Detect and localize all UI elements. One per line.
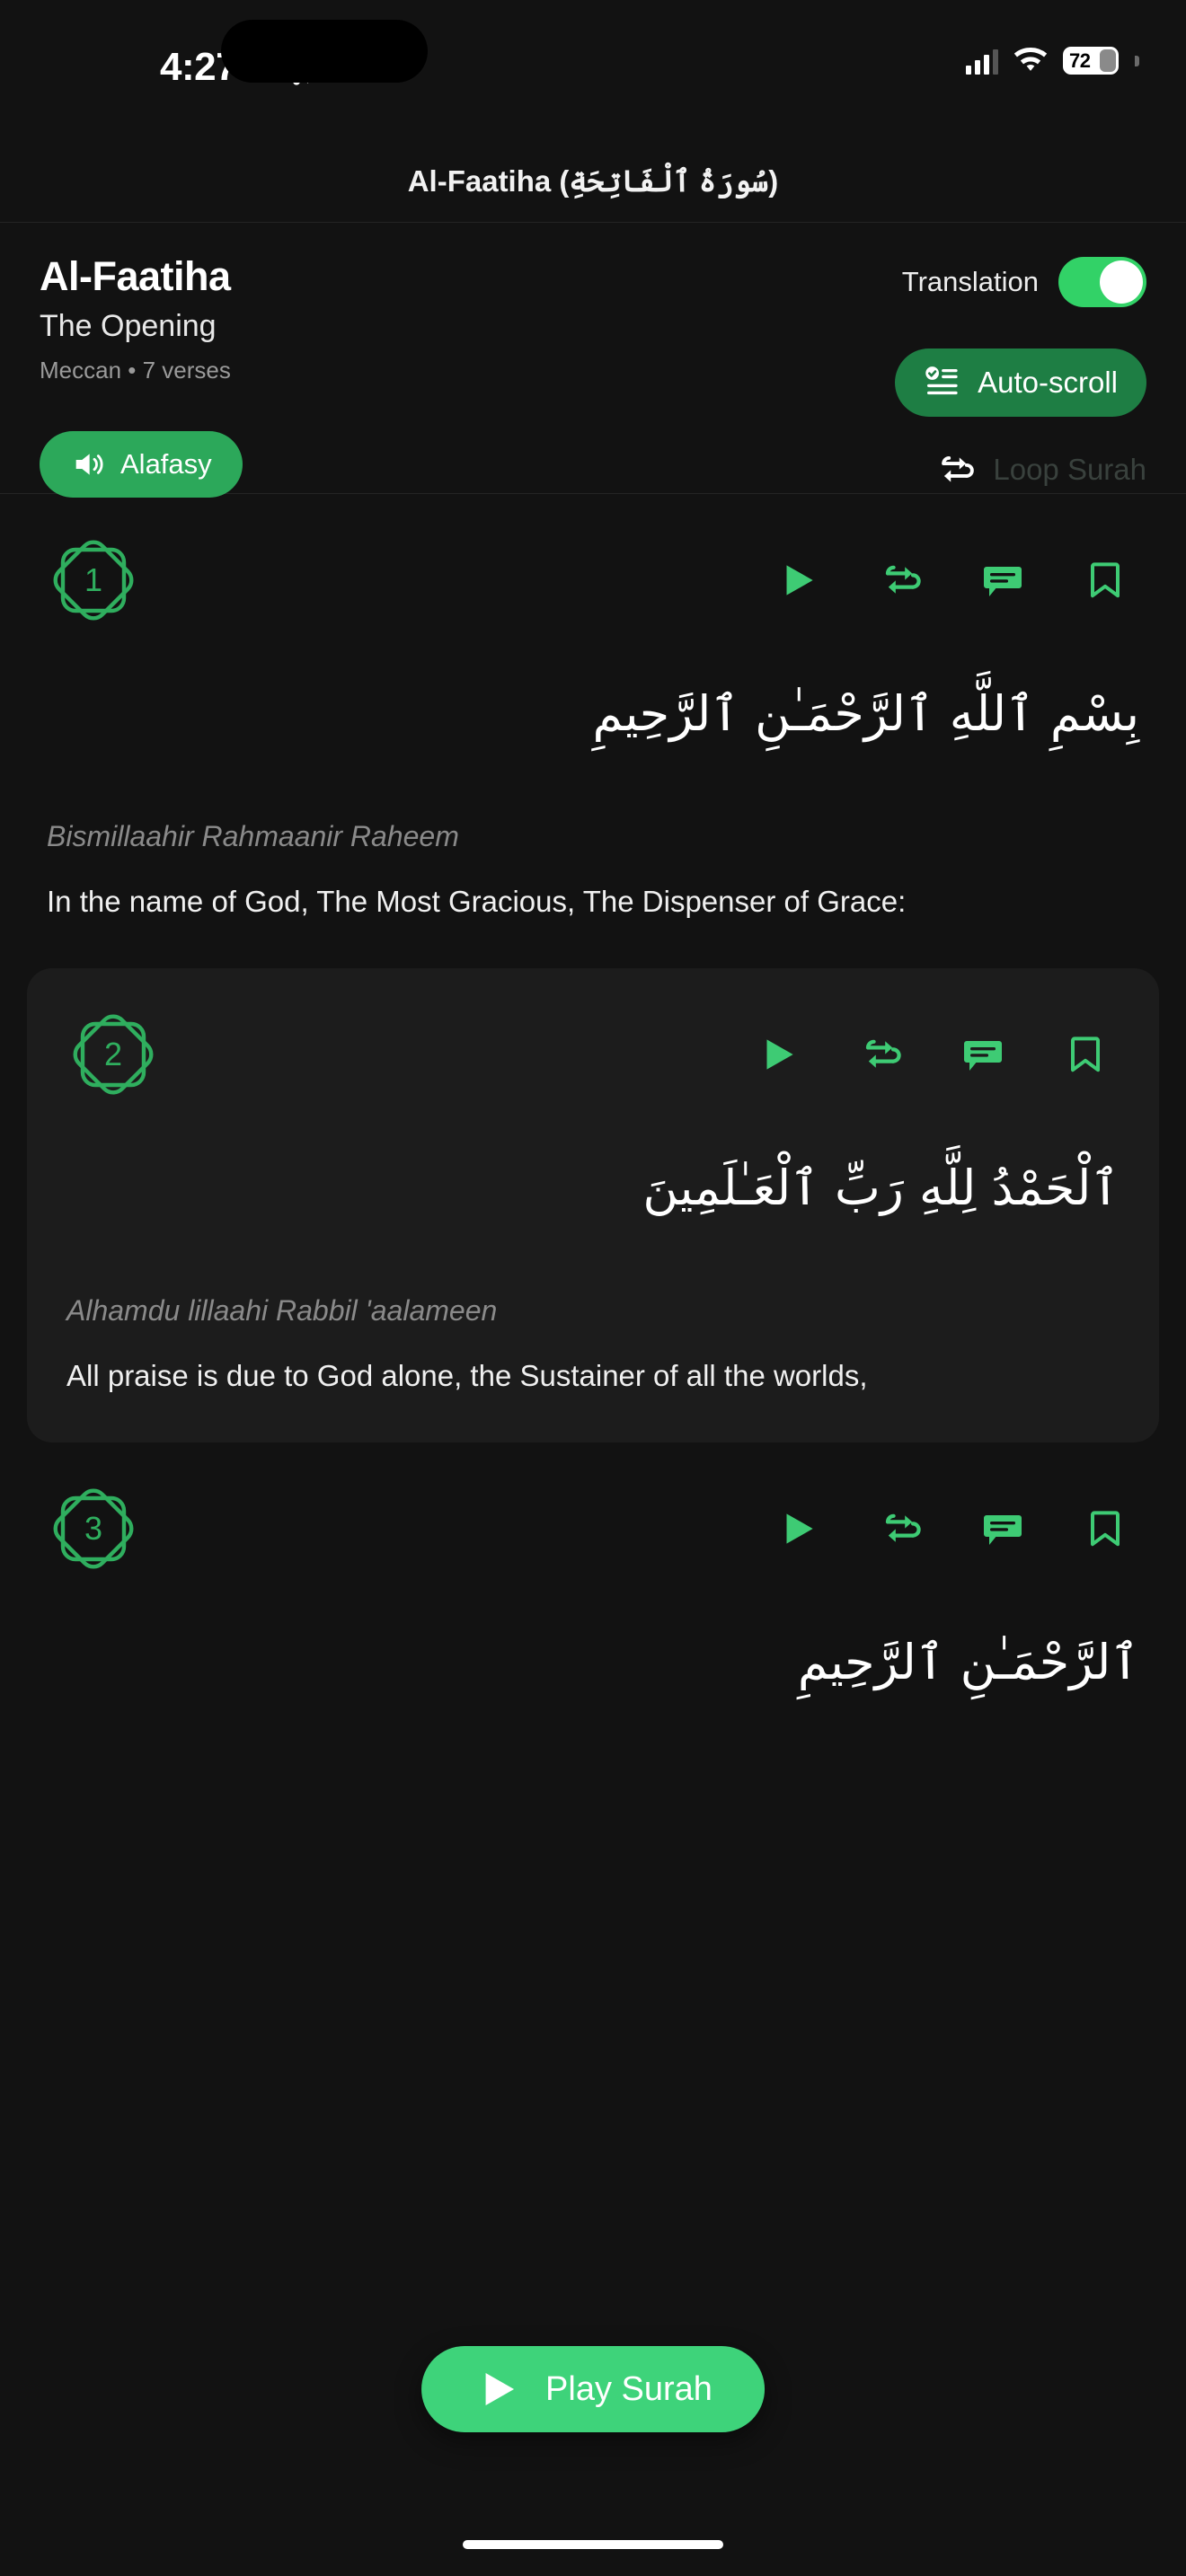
app-screen: 4:27 72 Al-Faatiha (سُورَةُ ٱلْفَاتِحَةِ… <box>0 0 1186 2576</box>
battery-percent-label: 72 <box>1069 49 1091 72</box>
auto-scroll-label: Auto-scroll <box>978 366 1118 399</box>
play-surah-button[interactable]: Play Surah <box>421 2346 765 2432</box>
verse-actions <box>755 1031 1120 1078</box>
verse-translation: All praise is due to God alone, the Sust… <box>66 1359 868 1393</box>
reciter-button[interactable]: Alafasy <box>40 431 243 498</box>
verse-item[interactable]: 2 ٱلْحَمْدُ لِلَّهِ رَبِّ ٱلْعَـٰلَمِينَ… <box>27 968 1159 1443</box>
translation-toggle[interactable] <box>1058 257 1146 307</box>
cellular-signal-icon <box>966 48 998 75</box>
repeat-icon <box>942 456 975 482</box>
repeat-icon[interactable] <box>857 1031 904 1078</box>
translation-toggle-row: Translation <box>902 257 1146 307</box>
auto-scroll-button[interactable]: Auto-scroll <box>895 348 1146 417</box>
speaker-icon <box>75 454 103 475</box>
verse-number-badge: 2 <box>66 1008 160 1101</box>
verse-number-badge: 1 <box>47 534 140 627</box>
surah-header: Al-Faatiha The Opening Meccan • 7 verses… <box>0 223 1186 498</box>
surah-english-name: The Opening <box>40 309 217 343</box>
bookmark-icon[interactable] <box>1062 1031 1109 1078</box>
verse-item[interactable]: 3 ٱلرَّحْمَـٰنِ ٱلرَّحِيمِ <box>0 1442 1186 1754</box>
verse-arabic: ٱلرَّحْمَـٰنِ ٱلرَّحِيمِ <box>797 1634 1139 1691</box>
verse-translation: In the name of God, The Most Gracious, T… <box>47 885 907 919</box>
verse-actions <box>774 557 1139 604</box>
dynamic-island <box>221 20 428 83</box>
comment-icon[interactable] <box>979 1505 1026 1552</box>
verse-toolbar: 1 <box>47 534 1139 627</box>
repeat-icon[interactable] <box>877 557 924 604</box>
bookmark-icon[interactable] <box>1082 1505 1128 1552</box>
navigation-bar: Al-Faatiha (سُورَةُ ٱلْفَاتِحَةِ) <box>0 140 1186 223</box>
verse-number-badge: 3 <box>47 1482 140 1575</box>
verse-toolbar: 2 <box>66 1008 1120 1101</box>
verse-number: 2 <box>103 1036 123 1073</box>
repeat-icon[interactable] <box>877 1505 924 1552</box>
play-icon[interactable] <box>774 557 821 604</box>
comment-icon[interactable] <box>960 1031 1006 1078</box>
status-bar: 4:27 72 <box>0 0 1186 140</box>
verse-actions <box>774 1505 1139 1552</box>
verse-item[interactable]: 1 بِسْمِ ٱللَّهِ ٱلرَّحْمَـٰنِ ٱلرَّحِيم… <box>0 494 1186 968</box>
verse-arabic: ٱلْحَمْدُ لِلَّهِ رَبِّ ٱلْعَـٰلَمِينَ <box>642 1160 1120 1217</box>
loop-surah-label: Loop Surah <box>993 453 1146 486</box>
battery-icon: 72 <box>1063 47 1119 75</box>
checklist-icon <box>925 366 958 395</box>
comment-icon[interactable] <box>979 557 1026 604</box>
play-surah-label: Play Surah <box>545 2369 712 2408</box>
verse-toolbar: 3 <box>47 1482 1139 1575</box>
verse-list: 1 بِسْمِ ٱللَّهِ ٱلرَّحْمَـٰنِ ٱلرَّحِيم… <box>0 494 1186 1791</box>
bookmark-icon[interactable] <box>1082 557 1128 604</box>
status-bar-indicators: 72 <box>966 47 1139 75</box>
reciter-label: Alafasy <box>120 448 212 480</box>
verse-transliteration: Alhamdu lillaahi Rabbil 'aalameen <box>66 1294 498 1328</box>
verse-number: 1 <box>84 561 103 598</box>
verse-transliteration: Bismillaahir Rahmaanir Raheem <box>47 820 459 853</box>
loop-surah-button[interactable]: Loop Surah <box>935 444 1146 496</box>
play-icon[interactable] <box>755 1031 801 1078</box>
page-title: Al-Faatiha (سُورَةُ ٱلْفَاتِحَةِ) <box>407 164 779 198</box>
verse-arabic: بِسْمِ ٱللَّهِ ٱلرَّحْمَـٰنِ ٱلرَّحِيمِ <box>592 685 1139 742</box>
play-icon[interactable] <box>774 1505 821 1552</box>
wifi-icon <box>1013 47 1048 71</box>
play-icon <box>485 2373 515 2405</box>
home-indicator <box>463 2540 723 2549</box>
translation-label: Translation <box>901 266 1039 297</box>
verse-number: 3 <box>84 1510 103 1548</box>
